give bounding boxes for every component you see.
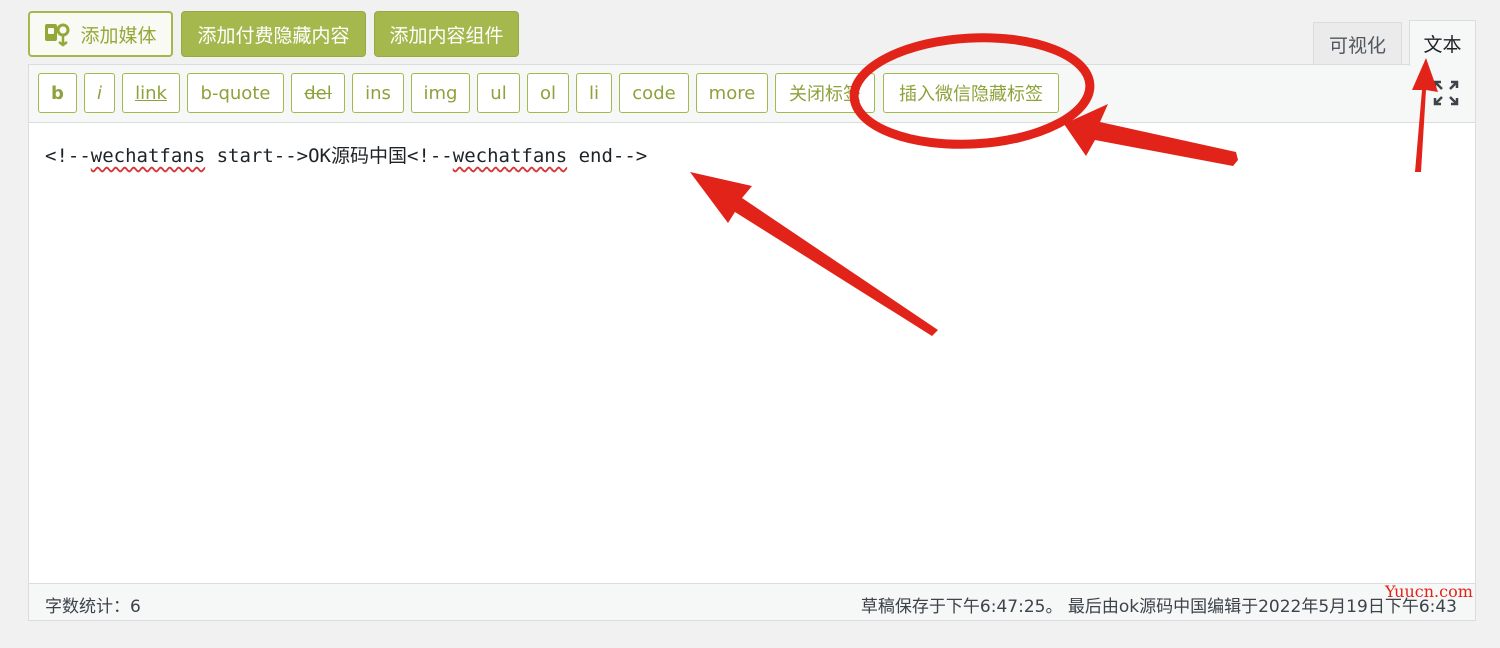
add-paid-hidden-label: 添加付费隐藏内容 (197, 24, 350, 47)
qt-code-button[interactable]: code (619, 73, 689, 113)
fullscreen-icon[interactable] (1432, 79, 1460, 107)
qt-i-button[interactable]: i (84, 73, 115, 113)
qt-code-label: code (632, 82, 676, 104)
autosave-status: 草稿保存于下午6:47:25。 最后由ok源码中国编辑于2022年5月19日下午… (860, 597, 1457, 617)
add-media-button[interactable]: 添加媒体 (28, 11, 173, 57)
qt-ol-label: ol (539, 82, 556, 104)
editor-container: b i link b-quote del ins img ul ol li co… (28, 64, 1476, 621)
add-media-label: 添加媒体 (80, 24, 157, 47)
qt-bquote-button[interactable]: b-quote (187, 73, 284, 113)
qt-i-label: i (96, 82, 102, 104)
add-paid-hidden-button[interactable]: 添加付费隐藏内容 (181, 11, 366, 57)
qt-b-button[interactable]: b (38, 73, 77, 113)
content-tag-2: wechatfans (452, 145, 568, 167)
content-line: <!--wechatfans start-->OK源码中国<!--wechatf… (45, 141, 647, 168)
tab-visual[interactable]: 可视化 (1313, 22, 1402, 65)
status-bar: 字数统计：6 草稿保存于下午6:47:25。 最后由ok源码中国编辑于2022年… (29, 583, 1475, 620)
tab-text-label: 文本 (1423, 34, 1462, 56)
qt-li-button[interactable]: li (576, 73, 612, 113)
qt-ins-label: ins (365, 82, 391, 104)
qt-b-label: b (51, 82, 64, 104)
qt-insert-wechat-label: 插入微信隐藏标签 (899, 84, 1043, 105)
qt-close-tags-button[interactable]: 关闭标签 (775, 73, 875, 113)
qt-more-label: more (708, 82, 756, 104)
content-part-3: end--> (567, 145, 648, 167)
qt-more-button[interactable]: more (696, 73, 768, 113)
qt-img-label: img (423, 82, 458, 104)
word-count: 字数统计：6 (45, 597, 141, 617)
qt-img-button[interactable]: img (411, 73, 470, 113)
qt-link-button[interactable]: link (122, 73, 180, 113)
content-part-1: <!-- (45, 145, 91, 167)
watermark-text: Yuucn.com (1385, 582, 1473, 601)
qt-ul-label: ul (490, 82, 507, 104)
content-textarea[interactable]: <!--wechatfans start-->OK源码中国<!--wechatf… (29, 123, 1475, 583)
quicktags-toolbar: b i link b-quote del ins img ul ol li co… (29, 65, 1475, 123)
qt-close-tags-label: 关闭标签 (789, 84, 861, 105)
content-part-2: start-->OK源码中国<!-- (205, 145, 453, 167)
add-content-block-button[interactable]: 添加内容组件 (374, 11, 519, 57)
qt-ol-button[interactable]: ol (527, 73, 569, 113)
qt-ul-button[interactable]: ul (477, 73, 520, 113)
tab-visual-label: 可视化 (1328, 34, 1386, 57)
add-content-block-label: 添加内容组件 (389, 24, 504, 47)
media-icon (44, 21, 70, 47)
qt-li-label: li (588, 82, 599, 104)
qt-insert-wechat-button[interactable]: 插入微信隐藏标签 (883, 73, 1059, 113)
tab-text[interactable]: 文本 (1409, 20, 1476, 66)
qt-ins-button[interactable]: ins (352, 73, 404, 113)
qt-bquote-label: b-quote (200, 82, 271, 104)
qt-link-label: link (135, 82, 167, 104)
qt-del-button[interactable]: del (291, 73, 345, 113)
content-tag-1: wechatfans (90, 145, 206, 167)
qt-del-label: del (304, 82, 332, 104)
